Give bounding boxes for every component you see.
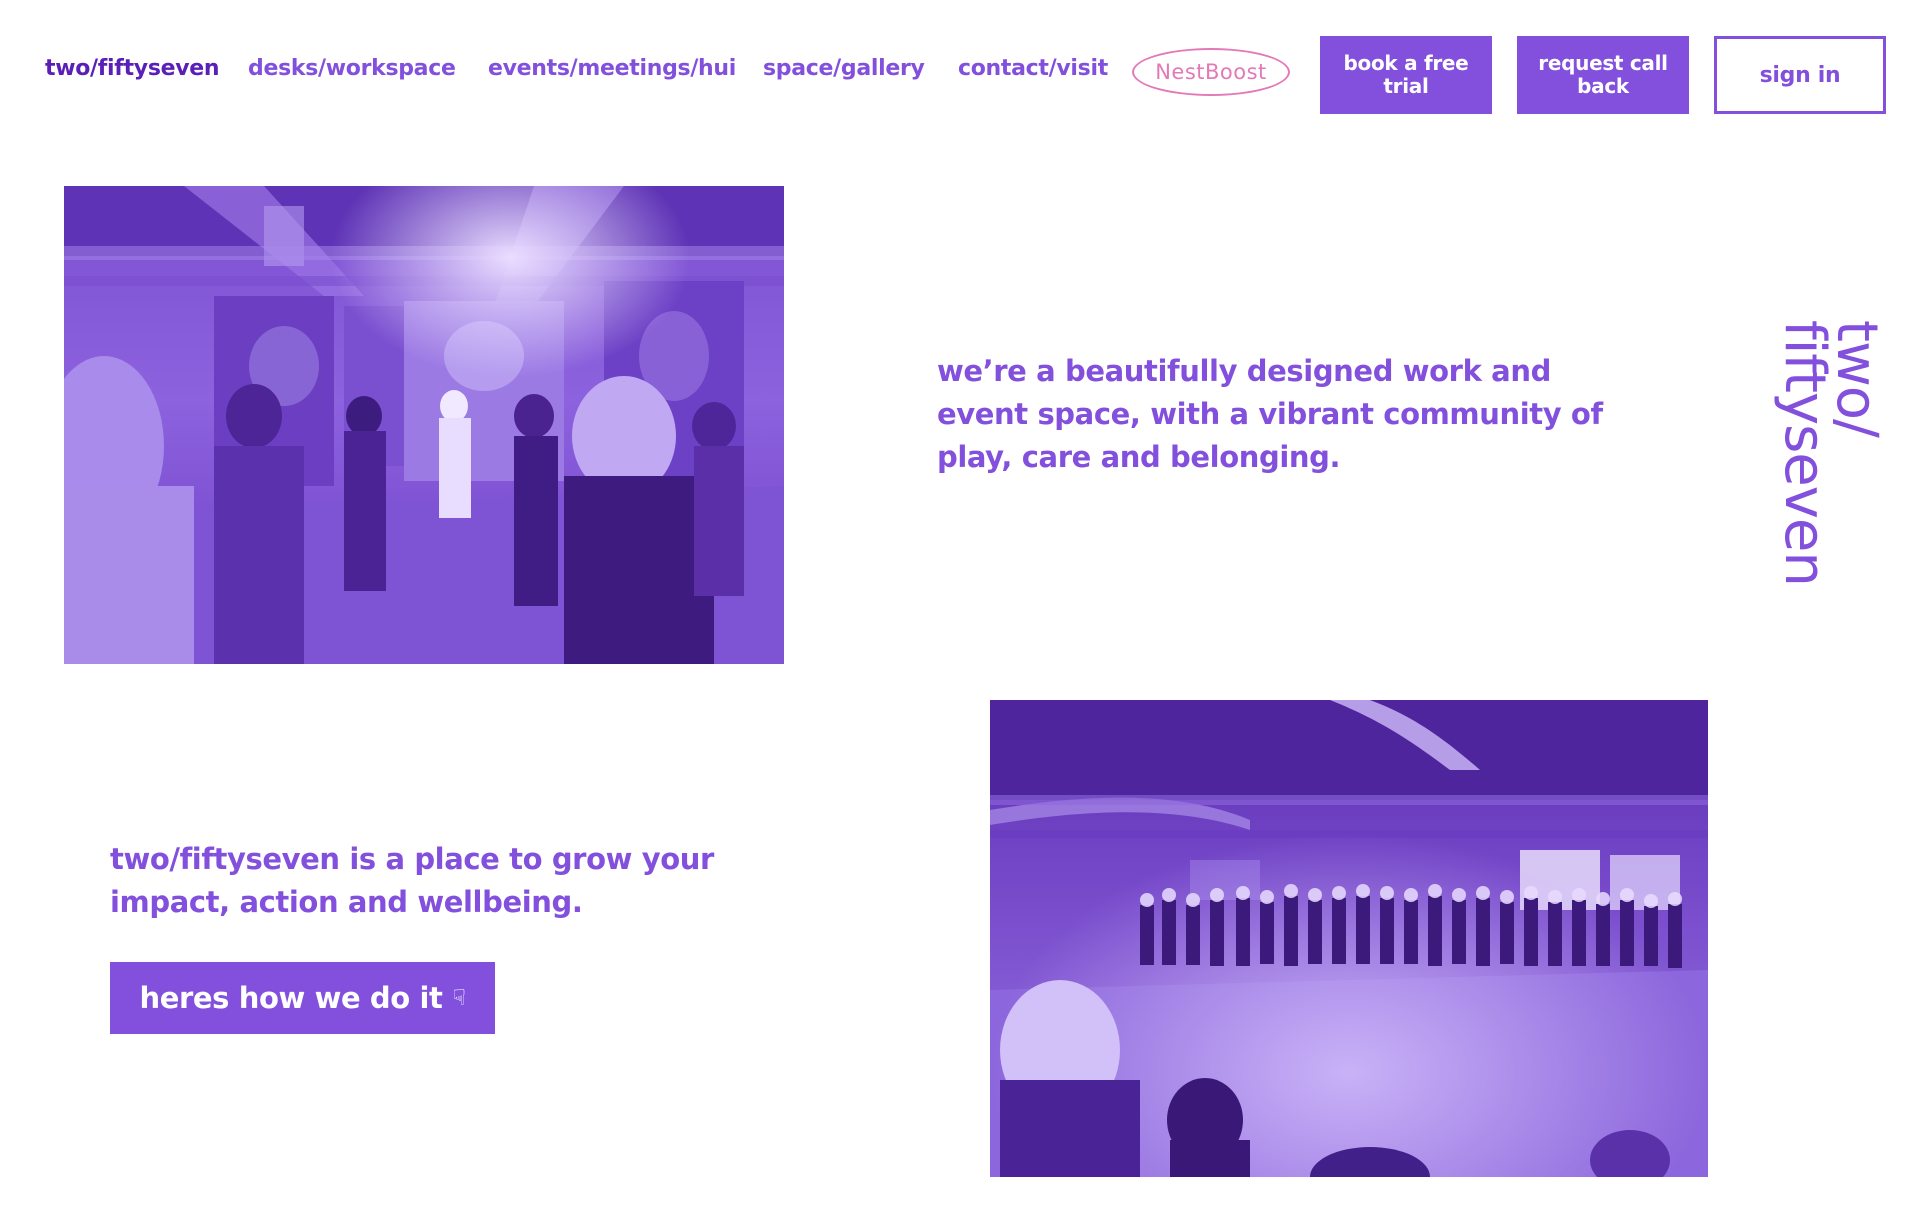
- two-fiftyseven-wordmark: two/ fiftyseven: [1772, 320, 1889, 590]
- nestboost-logo-link[interactable]: NestBoost: [1132, 48, 1290, 96]
- request-callback-button[interactable]: request call back: [1517, 36, 1689, 114]
- book-free-trial-button[interactable]: book a free trial: [1320, 36, 1492, 114]
- sign-in-button[interactable]: sign in: [1714, 36, 1886, 114]
- nav-home-link[interactable]: two/fiftyseven: [45, 56, 220, 81]
- wordmark-line-1: two/: [1824, 320, 1889, 437]
- nav-contact-link[interactable]: contact/visit: [958, 56, 1108, 81]
- nav-desks-link[interactable]: desks/workspace: [248, 56, 456, 81]
- nav-space-link[interactable]: space/gallery: [763, 56, 925, 81]
- heres-how-label: heres how we do it: [139, 981, 443, 1015]
- top-navigation: two/fiftyseven desks/workspace events/me…: [0, 0, 1920, 150]
- event-crowd-photo: [64, 186, 784, 664]
- sign-in-label: sign in: [1759, 62, 1841, 88]
- pointing-hand-down-icon: ☟: [452, 985, 466, 1011]
- book-free-trial-label: book a free trial: [1343, 51, 1469, 98]
- heres-how-we-do-it-button[interactable]: heres how we do it ☟: [110, 962, 495, 1034]
- wordmark-line-2: fiftyseven: [1772, 320, 1837, 586]
- nestboost-label: NestBoost: [1155, 60, 1267, 84]
- page: two/fiftyseven desks/workspace events/me…: [0, 0, 1920, 1205]
- circle-gathering-photo: [990, 700, 1708, 1177]
- nav-events-link[interactable]: events/meetings/hui: [488, 56, 736, 81]
- intro-text: we’re a beautifully designed work and ev…: [937, 354, 1603, 474]
- impact-text: two/fiftyseven is a place to grow your i…: [110, 842, 714, 919]
- request-callback-label: request call back: [1538, 51, 1668, 98]
